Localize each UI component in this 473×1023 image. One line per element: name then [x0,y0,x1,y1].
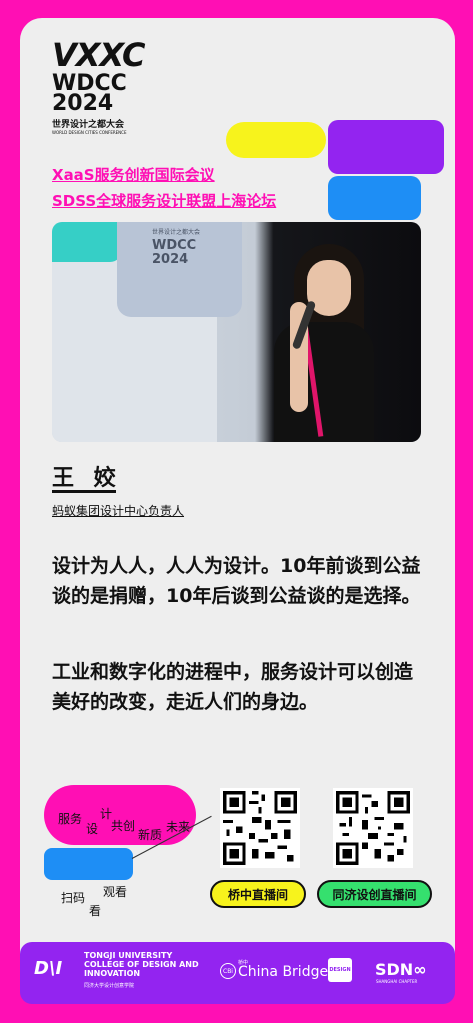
wdcc-logo: VXXC WDCC 2024 世界设计之都大会 WORLD DESIGN CIT… [52,36,152,135]
photo-screen-text: 世界设计之都大会 [152,229,201,236]
tongji-logo-icon: D\I [34,958,63,979]
blob-word: 扫码 [61,891,86,905]
tongji-name-line: INNOVATION [84,969,141,978]
qr-code-bridge-live[interactable] [220,788,300,868]
name-underline [52,490,116,493]
wdcc-logo-year: 2024 [52,91,114,116]
design-badge-icon: DESIGN [328,958,352,982]
conference-title-2: SDSS全球服务设计联盟上海论坛 [52,192,277,210]
decor-blue-blob [44,848,133,880]
china-bridge-name: China Bridge [238,964,329,980]
photo-screen-text: 2024 [152,252,189,267]
qr-code-icon [333,788,413,868]
wdcc-logo-en: WORLD DESIGN CITIES CONFERENCE [52,130,127,135]
speaker-photo: 世界设计之都大会 WDCC 2024 [52,222,421,442]
blob-word: 共创 [111,819,136,833]
sdn-logo: SDN∞ [375,960,427,979]
photo-screen [117,222,242,317]
speaker-role: 蚂蚁集团设计中心负责人 [52,504,185,518]
quote-paragraph-2: 工业和数字化的进程中，服务设计可以创造美好的改变，走近人们的身边。 [52,661,414,713]
photo-screen-text: WDCC [152,238,197,253]
decor-purple-block [328,120,444,174]
tongji-cn-name: 同济大学设计创意学院 [84,983,135,989]
conference-title-1: XaaS服务创新国际会议 [52,166,215,184]
qr-code-icon [220,788,300,868]
decor-blue-block [328,176,421,220]
blob-word: 设 [86,822,99,836]
blob-word: 服务 [58,812,83,826]
tongji-name: TONGJI UNIVERSITY COLLEGE OF DESIGN AND … [84,951,199,978]
speaker-name: 王 姣 [52,466,122,491]
sponsor-footer: D\I TONGJI UNIVERSITY COLLEGE OF DESIGN … [20,942,455,1004]
photo-teal-shape [52,222,122,262]
blob-word: 观看 [103,885,128,899]
tongji-name-line: TONGJI UNIVERSITY [84,951,173,960]
decor-yellow-pill [226,122,326,158]
bridge-live-button[interactable]: 桥中直播间 [210,880,306,908]
blob-word: 新质 [138,828,163,842]
blob-word: 看 [89,904,102,918]
wdcc-logo-mark: VXXC [52,36,145,74]
quote-paragraph-1: 设计为人人，人人为设计。10年前谈到公益谈的是捐赠，10年后谈到公益谈的是选择。 [52,555,421,607]
tongji-live-button[interactable]: 同济设创直播间 [317,880,432,908]
tongji-name-line: COLLEGE OF DESIGN AND [84,960,199,969]
qr-code-tongji-live[interactable] [333,788,413,868]
sdn-subtitle: SHANGHAI CHAPTER [376,979,418,984]
speaker-body [274,322,374,442]
wdcc-logo-cn: 世界设计之都大会 [52,120,125,130]
china-bridge-icon: CBi [220,963,236,979]
